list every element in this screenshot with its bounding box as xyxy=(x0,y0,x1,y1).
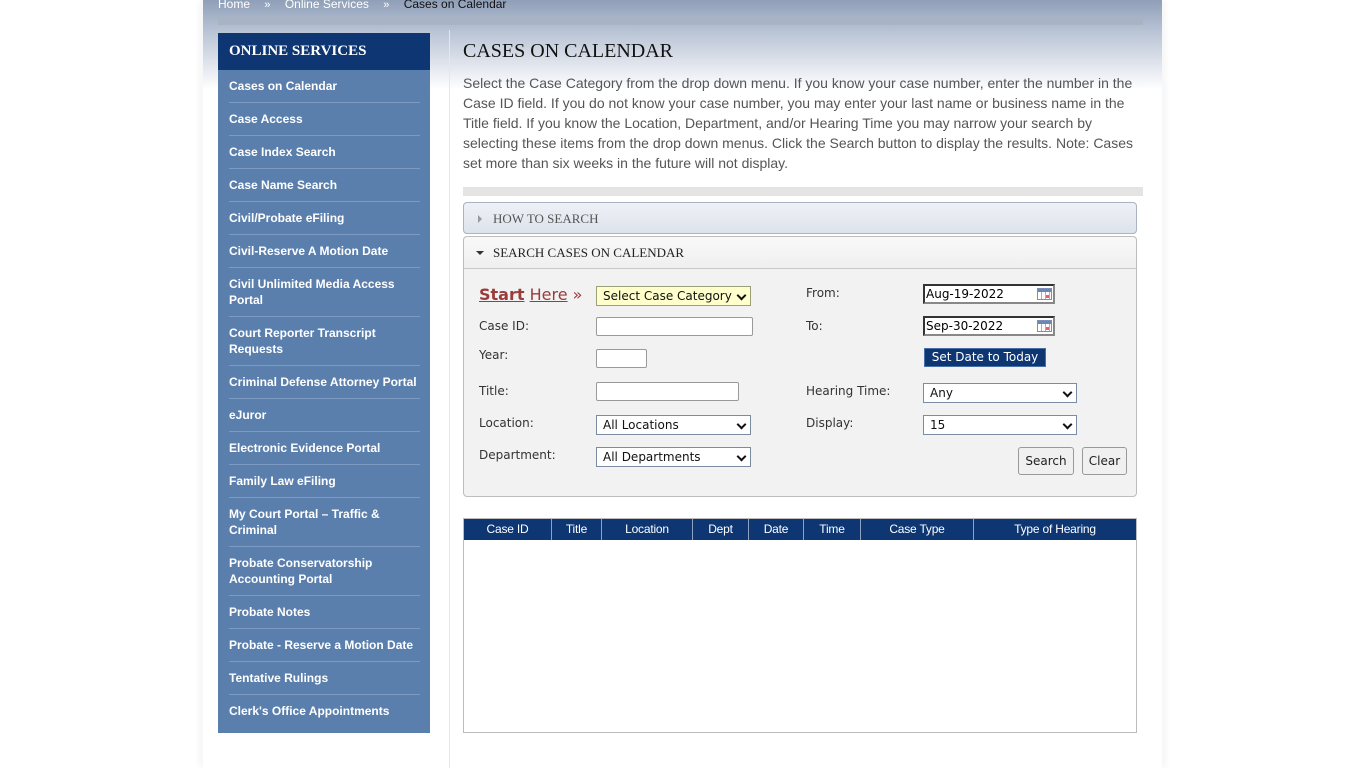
start-label-here: Here xyxy=(529,285,568,304)
display-value: 15 xyxy=(930,418,946,432)
chevron-down-icon xyxy=(1062,387,1073,398)
caret-right-icon xyxy=(478,215,482,223)
accordion-search-cases-label: SEARCH CASES ON CALENDAR xyxy=(493,245,685,260)
section-divider xyxy=(463,187,1143,196)
page-container: Home » Online Services » Cases on Calend… xyxy=(203,0,1162,768)
case-id-input[interactable] xyxy=(596,317,753,336)
breadcrumb: Home » Online Services » Cases on Calend… xyxy=(218,0,506,11)
sidebar-item-probate-notes[interactable]: Probate Notes xyxy=(229,596,420,629)
to-date-input[interactable]: Sep-30-2022 xyxy=(923,316,1055,336)
page-title: CASES ON CALENDAR xyxy=(463,40,674,62)
start-label-bold: Start xyxy=(479,285,525,304)
column-header-time[interactable]: Time xyxy=(804,519,861,540)
set-date-to-today-button[interactable]: Set Date to Today xyxy=(924,348,1046,367)
display-select[interactable]: 15 xyxy=(923,415,1077,435)
hearing-time-label: Hearing Time: xyxy=(806,384,891,398)
breadcrumb-bar xyxy=(218,18,1143,25)
calendar-icon[interactable] xyxy=(1037,288,1052,300)
sidebar-item-cases-on-calendar[interactable]: Cases on Calendar xyxy=(229,70,420,103)
department-select[interactable]: All Departments xyxy=(596,447,751,467)
case-id-label: Case ID: xyxy=(479,319,530,333)
department-value: All Departments xyxy=(603,450,701,464)
from-date-input[interactable]: Aug-19-2022 xyxy=(923,284,1055,304)
department-label: Department: xyxy=(479,448,556,462)
sidebar-item-probate-reserve-motion[interactable]: Probate - Reserve a Motion Date xyxy=(229,629,420,662)
column-divider xyxy=(449,30,450,768)
title-input[interactable] xyxy=(596,382,739,401)
breadcrumb-online-services[interactable]: Online Services xyxy=(285,0,369,11)
location-value: All Locations xyxy=(603,418,679,432)
sidebar-item-probate-conservatorship[interactable]: Probate Conservatorship Accounting Porta… xyxy=(229,547,420,596)
from-date-value: Aug-19-2022 xyxy=(926,287,1004,301)
from-label: From: xyxy=(806,286,840,300)
sidebar-item-case-index-search[interactable]: Case Index Search xyxy=(229,136,420,169)
intro-text: Select the Case Category from the drop d… xyxy=(463,75,1133,171)
case-category-select[interactable]: Select Case Category xyxy=(596,286,751,306)
to-label: To: xyxy=(806,319,823,333)
start-here-label: Start Here» xyxy=(479,285,582,304)
year-input[interactable] xyxy=(596,349,647,368)
accordion-how-to-search-label: HOW TO SEARCH xyxy=(493,211,599,226)
hearing-time-select[interactable]: Any xyxy=(923,383,1077,403)
search-button[interactable]: Search xyxy=(1018,447,1074,475)
location-label: Location: xyxy=(479,416,534,430)
sidebar-item-clerks-office-appointments[interactable]: Clerk's Office Appointments xyxy=(229,695,420,727)
column-header-date[interactable]: Date xyxy=(749,519,804,540)
results-table: Case ID Title Location Dept Date Time Ca… xyxy=(463,518,1137,733)
year-label: Year: xyxy=(479,348,509,362)
sidebar-title: ONLINE SERVICES xyxy=(218,33,430,70)
sidebar-item-civil-reserve-motion-date[interactable]: Civil-Reserve A Motion Date xyxy=(229,235,420,268)
display-label: Display: xyxy=(806,416,854,430)
sidebar-item-criminal-defense-attorney[interactable]: Criminal Defense Attorney Portal xyxy=(229,366,420,399)
sidebar-item-case-name-search[interactable]: Case Name Search xyxy=(229,169,420,202)
breadcrumb-separator: » xyxy=(383,0,390,11)
caret-down-icon xyxy=(476,251,484,255)
sidebar-item-civil-unlimited-media-access[interactable]: Civil Unlimited Media Access Portal xyxy=(229,268,420,317)
title-label: Title: xyxy=(479,384,509,398)
sidebar-item-case-access[interactable]: Case Access xyxy=(229,103,420,136)
sidebar-item-tentative-rulings[interactable]: Tentative Rulings xyxy=(229,662,420,695)
sidebar-item-ejuror[interactable]: eJuror xyxy=(229,399,420,432)
column-header-case-type[interactable]: Case Type xyxy=(861,519,974,540)
results-table-header: Case ID Title Location Dept Date Time Ca… xyxy=(464,519,1136,540)
chevron-down-icon xyxy=(1062,419,1073,430)
sidebar-item-family-law-efiling[interactable]: Family Law eFiling xyxy=(229,465,420,498)
calendar-icon[interactable] xyxy=(1037,320,1052,332)
column-header-title[interactable]: Title xyxy=(552,519,602,540)
to-date-value: Sep-30-2022 xyxy=(926,319,1004,333)
clear-button[interactable]: Clear xyxy=(1082,447,1127,475)
sidebar-item-my-court-portal[interactable]: My Court Portal – Traffic & Criminal xyxy=(229,498,420,547)
breadcrumb-current: Cases on Calendar xyxy=(403,0,507,11)
accordion-search-cases-header[interactable]: SEARCH CASES ON CALENDAR xyxy=(464,237,1136,269)
sidebar: ONLINE SERVICES Cases on Calendar Case A… xyxy=(218,33,430,733)
column-header-type-of-hearing[interactable]: Type of Hearing xyxy=(974,519,1136,540)
column-header-dept[interactable]: Dept xyxy=(693,519,749,540)
sidebar-item-civil-probate-efiling[interactable]: Civil/Probate eFiling xyxy=(229,202,420,235)
breadcrumb-home[interactable]: Home xyxy=(218,0,250,11)
breadcrumb-separator: » xyxy=(264,0,271,11)
sidebar-item-court-reporter-transcript[interactable]: Court Reporter Transcript Requests xyxy=(229,317,420,366)
sidebar-list: Cases on Calendar Case Access Case Index… xyxy=(218,70,430,733)
column-header-case-id[interactable]: Case ID xyxy=(464,519,552,540)
location-select[interactable]: All Locations xyxy=(596,415,751,435)
case-category-value: Select Case Category xyxy=(603,289,732,303)
hearing-time-value: Any xyxy=(930,386,953,400)
column-header-location[interactable]: Location xyxy=(602,519,693,540)
accordion-how-to-search[interactable]: HOW TO SEARCH xyxy=(463,202,1137,234)
accordion-search-cases: SEARCH CASES ON CALENDAR Start Here» Sel… xyxy=(463,236,1137,497)
double-arrow-icon: » xyxy=(572,285,583,304)
chevron-down-icon xyxy=(736,290,747,301)
sidebar-item-electronic-evidence[interactable]: Electronic Evidence Portal xyxy=(229,432,420,465)
chevron-down-icon xyxy=(736,419,747,430)
chevron-down-icon xyxy=(736,451,747,462)
